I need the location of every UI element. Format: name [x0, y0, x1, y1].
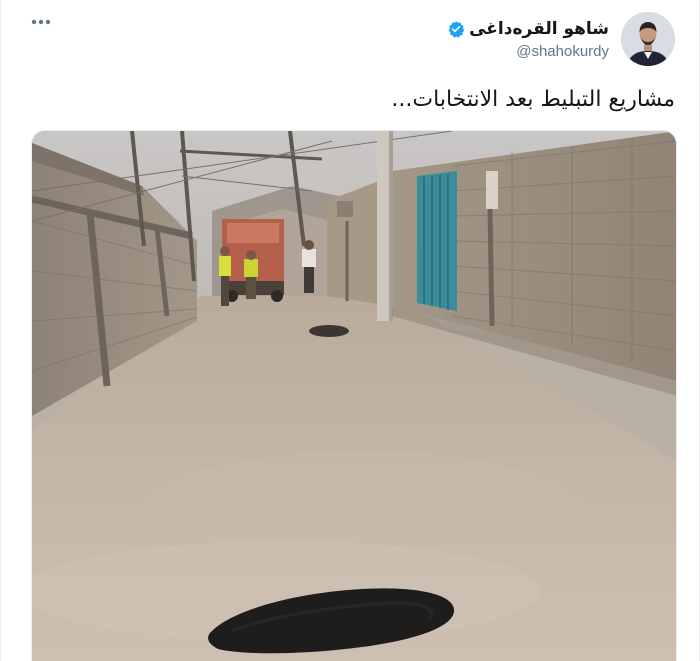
tweet-photo[interactable]: [31, 130, 677, 661]
author-handle[interactable]: @shahokurdy: [516, 43, 609, 61]
verified-badge-icon: [448, 20, 465, 38]
avatar[interactable]: [621, 12, 675, 66]
author-display-name[interactable]: شاهو القرەداغی: [469, 18, 609, 40]
author-name-row: شاهو القرەداغی: [447, 18, 609, 40]
author-names: شاهو القرەداغی @shahokurdy: [447, 18, 609, 61]
more-horizontal-icon: [31, 19, 51, 25]
tweet-text: مشاريع التبليط بعد الانتخابات...: [391, 87, 675, 112]
tweet-card: شاهو القرەداغی @shahokurdy مشاريع التبلي…: [0, 0, 700, 661]
street-photo: [32, 131, 676, 661]
tweet-author: شاهو القرەداغی @shahokurdy: [447, 12, 675, 66]
avatar-image: [621, 12, 675, 66]
more-options-button[interactable]: [29, 10, 53, 34]
